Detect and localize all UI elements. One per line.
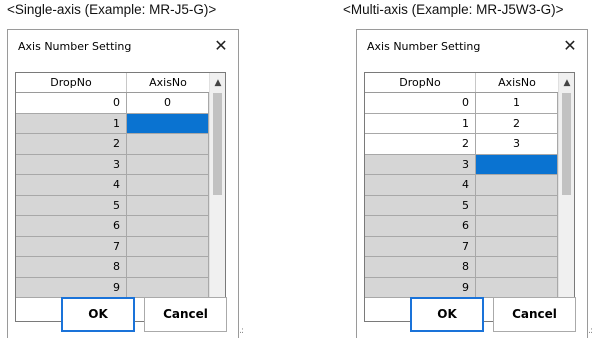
table-row[interactable]: 4 <box>365 175 558 196</box>
table-row[interactable]: 8 <box>16 257 209 278</box>
table-row[interactable]: 5 <box>16 195 209 216</box>
axisno-cell-selected[interactable] <box>127 113 209 134</box>
axisno-cell[interactable] <box>127 134 209 155</box>
table-row[interactable]: 5 <box>365 195 558 216</box>
table-row[interactable]: 23 <box>365 134 558 155</box>
dropno-cell: 3 <box>16 154 127 175</box>
table-row[interactable]: 6 <box>365 216 558 237</box>
table-row[interactable]: 9 <box>16 277 209 298</box>
dropno-cell: 6 <box>365 216 476 237</box>
column-header-dropno[interactable]: DropNo <box>16 73 127 92</box>
axisno-cell[interactable]: 2 <box>476 113 558 134</box>
table-row[interactable]: 6 <box>16 216 209 237</box>
axisno-cell[interactable] <box>127 277 209 298</box>
dropno-cell: 1 <box>16 113 127 134</box>
table-row[interactable]: 8 <box>365 257 558 278</box>
axisno-cell-selected[interactable] <box>476 154 558 175</box>
axisno-cell[interactable] <box>127 236 209 257</box>
dropno-cell: 0 <box>365 93 476 114</box>
column-header-dropno[interactable]: DropNo <box>365 73 476 92</box>
axisno-cell[interactable] <box>476 216 558 237</box>
table-row[interactable]: 1 <box>16 113 209 134</box>
axisno-cell[interactable]: 1 <box>476 93 558 114</box>
dropno-cell: 0 <box>16 93 127 114</box>
column-header-axisno[interactable]: AxisNo <box>476 73 558 92</box>
dropno-cell: 3 <box>365 154 476 175</box>
scroll-thumb[interactable] <box>213 93 222 195</box>
table-row[interactable]: 12 <box>365 113 558 134</box>
axisno-cell[interactable] <box>476 277 558 298</box>
grid-rows: 00123456789 <box>16 93 209 298</box>
axis-number-dialog-multi: Axis Number Setting ✕ DropNo AxisNo 0112… <box>356 29 593 338</box>
cancel-button[interactable]: Cancel <box>144 297 227 332</box>
axisno-cell[interactable] <box>127 257 209 278</box>
close-icon[interactable]: ✕ <box>557 35 583 57</box>
grid-header: DropNo AxisNo <box>16 73 209 93</box>
table-row[interactable]: 7 <box>365 236 558 257</box>
dropno-cell: 1 <box>365 113 476 134</box>
axis-number-dialog-single: Axis Number Setting ✕ DropNo AxisNo 0012… <box>7 29 244 338</box>
dropno-cell: 7 <box>365 236 476 257</box>
axis-grid: DropNo AxisNo 0112233456789 ▲ ▼ <box>364 72 575 322</box>
axisno-cell[interactable]: 3 <box>476 134 558 155</box>
scroll-thumb[interactable] <box>562 93 571 195</box>
close-icon[interactable]: ✕ <box>208 35 234 57</box>
vertical-scrollbar[interactable]: ▲ ▼ <box>209 73 225 321</box>
dropno-cell: 5 <box>365 195 476 216</box>
table-row[interactable]: 7 <box>16 236 209 257</box>
dropno-cell: 2 <box>365 134 476 155</box>
dialog-title: Axis Number Setting <box>18 40 132 53</box>
axisno-cell[interactable] <box>476 195 558 216</box>
dropno-cell: 8 <box>16 257 127 278</box>
dropno-cell: 2 <box>16 134 127 155</box>
axisno-cell[interactable] <box>476 236 558 257</box>
table-row[interactable]: 3 <box>365 154 558 175</box>
grid-header: DropNo AxisNo <box>365 73 558 93</box>
axisno-cell[interactable] <box>127 175 209 196</box>
ok-button[interactable]: OK <box>410 297 484 332</box>
scroll-up-icon[interactable]: ▲ <box>559 75 574 91</box>
resize-grip-icon[interactable]: .: <box>588 326 593 336</box>
table-row[interactable]: 4 <box>16 175 209 196</box>
table-row[interactable]: 01 <box>365 93 558 114</box>
table-row[interactable]: 9 <box>365 277 558 298</box>
vertical-scrollbar[interactable]: ▲ ▼ <box>558 73 574 321</box>
resize-grip-icon[interactable]: .: <box>239 326 244 336</box>
dropno-cell: 4 <box>365 175 476 196</box>
dialog-titlebar: Axis Number Setting ✕ <box>8 30 238 62</box>
axisno-cell[interactable]: 0 <box>127 93 209 114</box>
table-row[interactable]: 2 <box>16 134 209 155</box>
multi-axis-caption: <Multi-axis (Example: MR-J5W3-G)> <box>343 2 564 17</box>
dropno-cell: 9 <box>365 277 476 298</box>
table-row[interactable]: 3 <box>16 154 209 175</box>
single-axis-caption: <Single-axis (Example: MR-J5-G)> <box>7 2 217 17</box>
dialog-title: Axis Number Setting <box>367 40 481 53</box>
table-row[interactable]: 00 <box>16 93 209 114</box>
column-header-axisno[interactable]: AxisNo <box>127 73 209 92</box>
axisno-cell[interactable] <box>127 195 209 216</box>
scroll-up-icon[interactable]: ▲ <box>210 75 225 91</box>
axisno-cell[interactable] <box>476 175 558 196</box>
dropno-cell: 6 <box>16 216 127 237</box>
axisno-cell[interactable] <box>476 257 558 278</box>
dropno-cell: 4 <box>16 175 127 196</box>
axisno-cell[interactable] <box>127 216 209 237</box>
dropno-cell: 9 <box>16 277 127 298</box>
cancel-button[interactable]: Cancel <box>493 297 576 332</box>
ok-button[interactable]: OK <box>61 297 135 332</box>
dropno-cell: 5 <box>16 195 127 216</box>
dropno-cell: 8 <box>365 257 476 278</box>
grid-rows: 0112233456789 <box>365 93 558 298</box>
axis-grid: DropNo AxisNo 00123456789 ▲ ▼ <box>15 72 226 322</box>
dropno-cell: 7 <box>16 236 127 257</box>
axisno-cell[interactable] <box>127 154 209 175</box>
dialog-titlebar: Axis Number Setting ✕ <box>357 30 587 62</box>
